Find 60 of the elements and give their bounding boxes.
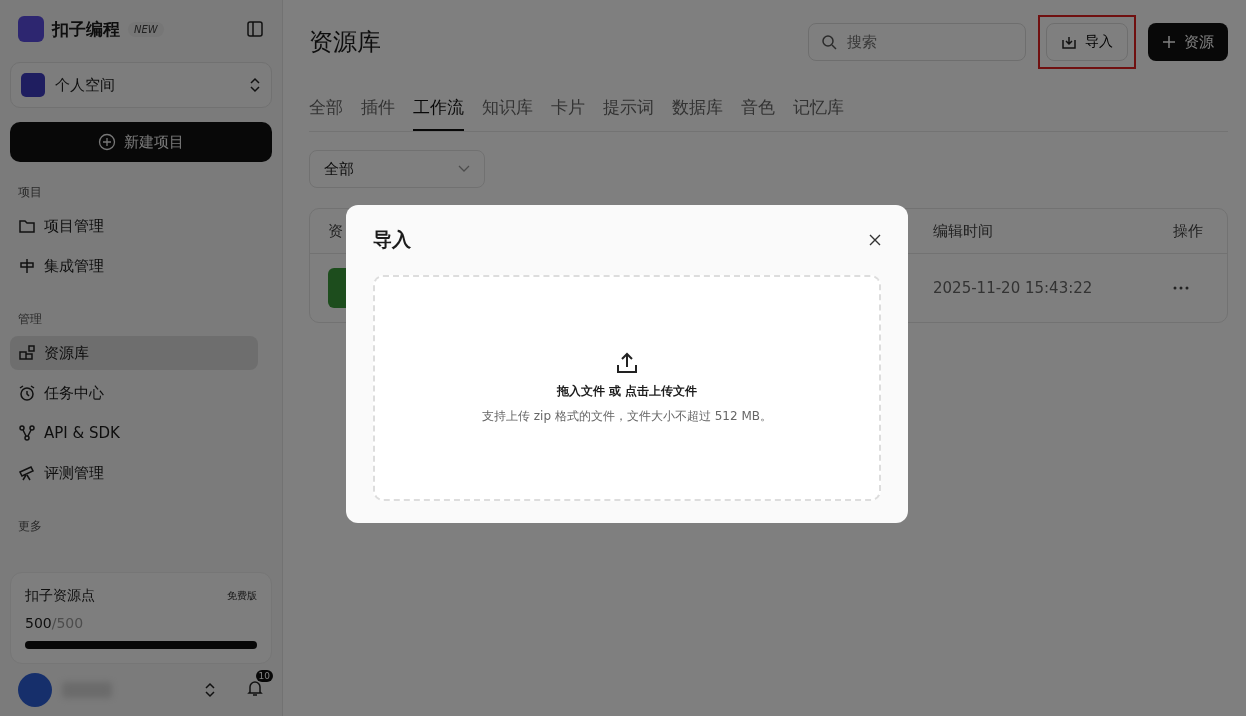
app-name: 扣子编程 [52,17,120,41]
sidebar-item[interactable]: API & SDK [10,416,258,450]
tab[interactable]: 音色 [741,92,775,131]
folder-icon [18,217,36,235]
more-icon[interactable] [1173,286,1189,290]
upload-icon [615,351,639,375]
table-cell-text: 2025-11-20 15:43:22 [933,279,1094,297]
workspace-label: 个人空间 [55,75,115,95]
tab[interactable]: 数据库 [672,92,723,131]
sidebar-toggle-icon[interactable] [246,20,264,38]
sidebar-item[interactable]: 项目管理 [10,209,258,243]
sidebar-item[interactable]: 评测管理 [10,456,258,490]
plus-icon [1162,35,1176,49]
notification-count: 10 [255,670,273,682]
search-field[interactable]: 搜索 [808,23,1026,61]
download-tray-icon [1061,34,1077,50]
tab[interactable]: 全部 [309,92,343,131]
tab[interactable]: 提示词 [603,92,654,131]
close-button[interactable] [869,234,881,246]
plus-circle-icon [98,133,116,151]
upload-hint: 支持上传 zip 格式的文件，文件大小不超过 512 MB。 [482,408,772,425]
tab[interactable]: 工作流 [413,92,464,131]
alarm-icon [18,384,36,402]
section-heading: 项目 [17,184,43,201]
credits-title: 扣子资源点 [25,587,95,605]
section-heading: 更多 [17,518,43,535]
bell-icon[interactable] [246,679,264,697]
drop-prompt: 拖入文件 或 点击上传文件 [556,383,698,400]
sidebar-item[interactable]: 任务中心 [10,376,258,410]
chevron-down-icon [458,165,470,173]
search-icon [821,34,837,50]
close-icon [869,234,881,246]
section-heading: 管理 [17,311,43,328]
chevron-updown-icon[interactable] [204,682,216,698]
column-header: 操作 [1173,221,1203,241]
filter-dropdown[interactable]: 全部 [309,150,485,188]
dialog-title: 导入 [373,227,411,252]
workspace-selector[interactable]: 个人空间 [10,62,272,108]
file-drop-zone[interactable]: 拖入文件 或 点击上传文件 支持上传 zip 格式的文件，文件大小不超过 512 MB。 [373,275,881,501]
nodes-icon [18,424,36,442]
workspace-avatar-icon [21,73,45,97]
new-badge: NEW [128,21,164,37]
sidebar-item[interactable]: 资源库 [10,336,258,370]
column-header: 编辑时间 [933,221,993,241]
grid-icon [18,344,36,362]
sidebar-item[interactable]: 集成管理 [10,249,258,283]
page-title: 资源库 [309,27,382,58]
tab[interactable]: 记忆库 [793,92,844,131]
app-logo-icon [18,16,44,42]
tab[interactable]: 知识库 [482,92,533,131]
telescope-icon [18,464,36,482]
tab[interactable]: 卡片 [551,92,585,131]
column-header: 资 [328,221,343,241]
user-avatar-icon[interactable] [18,673,52,707]
add-resource-button[interactable]: 资源 [1148,23,1228,61]
plan-label: 免费版 [227,589,257,603]
tab[interactable]: 插件 [361,92,395,131]
import-button[interactable]: 导入 [1046,23,1128,61]
chevron-updown-icon [249,77,261,93]
new-project-button[interactable]: 新建项目 [10,122,272,162]
